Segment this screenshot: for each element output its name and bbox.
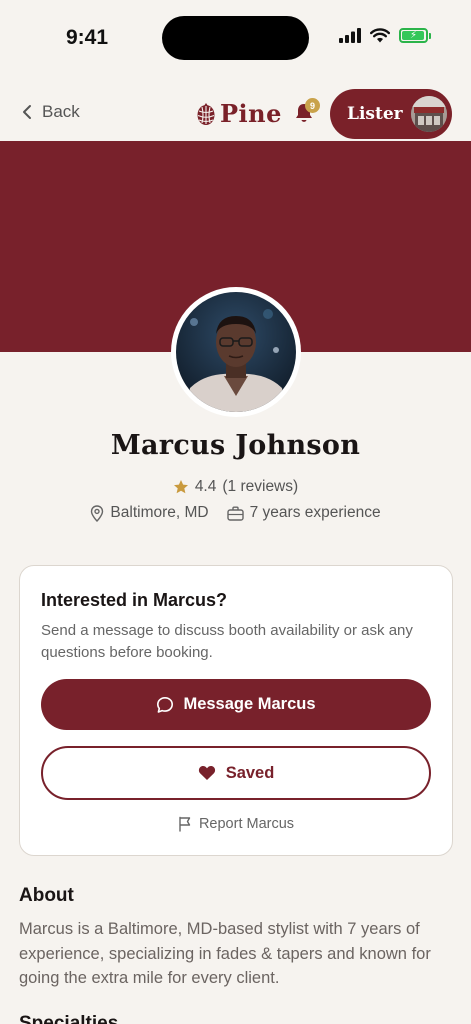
contact-card: Interested in Marcus? Send a message to … (19, 565, 453, 856)
cellular-signal-icon (339, 28, 361, 43)
flag-icon (179, 816, 191, 832)
chevron-left-icon (23, 105, 31, 119)
lister-account-button[interactable]: Lister (330, 89, 452, 139)
message-button-label: Message Marcus (183, 695, 316, 713)
profile-avatar (171, 287, 301, 417)
notifications-button[interactable]: 9 (294, 98, 320, 129)
specialties-heading: Specialties (19, 1013, 119, 1024)
battery-icon: ⚡ (399, 28, 431, 43)
experience-info: 7 years experience (226, 504, 381, 522)
brand-name: Pine (220, 99, 282, 128)
dynamic-island (162, 16, 309, 60)
chat-bubble-icon (157, 696, 174, 713)
top-nav: Back Pine 9 Lister (0, 86, 471, 140)
rating-row: 4.4 (1 reviews) (0, 478, 471, 496)
map-pin-icon (91, 504, 104, 522)
card-title: Interested in Marcus? (41, 590, 228, 610)
star-icon (173, 480, 188, 494)
wifi-icon (370, 28, 390, 43)
notification-badge: 9 (305, 98, 320, 113)
review-count[interactable]: (1 reviews) (222, 478, 298, 496)
brand-logo: Pine (196, 99, 282, 128)
lister-label: Lister (347, 104, 403, 124)
status-icons: ⚡ (339, 28, 431, 43)
rating-value: 4.4 (194, 478, 217, 495)
back-label: Back (42, 102, 80, 121)
pinecone-icon (197, 102, 215, 125)
profile-photo (176, 292, 296, 412)
report-link[interactable]: Report Marcus (20, 816, 452, 832)
report-link-label: Report Marcus (198, 816, 295, 832)
location-text: Baltimore, MD (110, 504, 209, 521)
briefcase-icon (226, 506, 244, 521)
back-button[interactable]: Back (22, 102, 80, 122)
heart-icon (198, 766, 215, 780)
meta-row: Baltimore, MD 7 years experience (0, 504, 471, 522)
status-bar: 9:41 ⚡ (0, 0, 471, 76)
profile-name: Marcus Johnson (110, 430, 361, 461)
location-info: Baltimore, MD (90, 504, 209, 522)
about-text: Marcus is a Baltimore, MD-based stylist … (19, 920, 431, 987)
message-button[interactable]: Message Marcus (41, 679, 431, 730)
experience-text: 7 years experience (249, 504, 381, 521)
saved-button[interactable]: Saved (41, 746, 431, 800)
about-heading: About (19, 885, 74, 906)
status-time: 9:41 (66, 26, 109, 49)
card-description: Send a message to discuss booth availabi… (41, 622, 413, 661)
saved-button-label: Saved (225, 763, 275, 782)
lister-avatar (411, 96, 447, 132)
